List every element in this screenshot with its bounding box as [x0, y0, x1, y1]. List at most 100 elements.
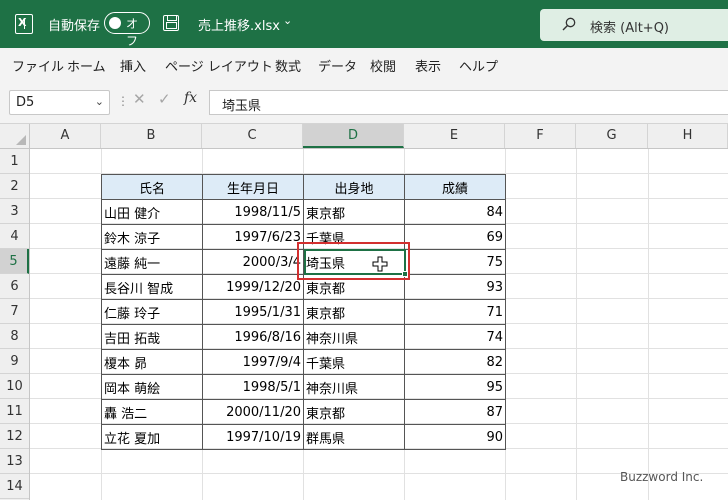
cell-name[interactable]: 長谷川 智成 [101, 274, 203, 300]
cell-name[interactable]: 榎本 昴 [101, 349, 203, 375]
excel-logo-icon [15, 14, 33, 34]
cell-birthdate[interactable]: 1997/9/4 [202, 349, 304, 375]
row-header-active[interactable]: 5 [0, 249, 29, 274]
header-birthdate[interactable]: 生年月日 [202, 174, 304, 200]
row-header[interactable]: 8 [0, 324, 29, 349]
menu-bar: ファイル ホーム 挿入 ページ レイアウト 数式 データ 校閲 表示 ヘルプ [0, 48, 728, 80]
row-header[interactable]: 11 [0, 399, 29, 424]
cell-name[interactable]: 仁藤 玲子 [101, 299, 203, 325]
row-header[interactable]: 9 [0, 349, 29, 374]
cell-birthdate[interactable]: 1999/12/20 [202, 274, 304, 300]
formula-input[interactable]: 埼玉県 [209, 90, 728, 115]
cell-score[interactable]: 93 [404, 274, 506, 300]
cell-name[interactable]: 立花 夏加 [101, 424, 203, 450]
cell-score[interactable]: 74 [404, 324, 506, 350]
row-headers: 1 2 3 4 5 6 7 8 9 10 11 12 13 14 [0, 149, 30, 500]
column-header-c[interactable]: C [202, 124, 303, 148]
cell-name[interactable]: 轟 浩二 [101, 399, 203, 425]
row-header[interactable]: 10 [0, 374, 29, 399]
menu-file[interactable]: ファイル [12, 56, 64, 75]
row-header[interactable]: 7 [0, 299, 29, 324]
title-bar: 自動保存 オフ 売上推移.xlsx ⌄ 検索 (Alt+Q) [0, 0, 728, 48]
cell-birthdate[interactable]: 1997/10/19 [202, 424, 304, 450]
row-header[interactable]: 6 [0, 274, 29, 299]
cell-name[interactable]: 遠藤 純一 [101, 249, 203, 275]
row-header[interactable]: 12 [0, 424, 29, 449]
name-box-value: D5 [16, 95, 35, 110]
column-header-e[interactable]: E [404, 124, 505, 148]
row-header[interactable]: 13 [0, 449, 29, 474]
cell-score[interactable]: 71 [404, 299, 506, 325]
row-header[interactable]: 1 [0, 149, 29, 174]
cell-score[interactable]: 75 [404, 249, 506, 275]
header-hometown[interactable]: 出身地 [303, 174, 405, 200]
row-header[interactable]: 2 [0, 174, 29, 199]
watermark: Buzzword Inc. [620, 470, 704, 484]
insert-function-button[interactable]: fx [184, 90, 197, 106]
select-all-button[interactable] [0, 124, 30, 148]
cell-name[interactable]: 山田 健介 [101, 199, 203, 225]
cell-score[interactable]: 82 [404, 349, 506, 375]
row-header[interactable]: 14 [0, 474, 29, 499]
cancel-icon[interactable]: ✕ [133, 90, 146, 108]
cell-birthdate[interactable]: 2000/3/4 [202, 249, 304, 275]
cell-name[interactable]: 鈴木 涼子 [101, 224, 203, 250]
row-header[interactable]: 4 [0, 224, 29, 249]
file-name[interactable]: 売上推移.xlsx [198, 15, 280, 34]
cell-hometown[interactable]: 東京都 [303, 299, 405, 325]
cell-hometown[interactable]: 神奈川県 [303, 324, 405, 350]
menu-insert[interactable]: 挿入 [120, 56, 146, 75]
cell-score[interactable]: 90 [404, 424, 506, 450]
menu-data[interactable]: データ [318, 56, 357, 75]
table-row: 岡本 萌絵 1998/5/1 神奈川県 95 [101, 374, 506, 400]
row-header[interactable]: 3 [0, 199, 29, 224]
menu-view[interactable]: 表示 [415, 56, 441, 75]
column-header-d[interactable]: D [303, 124, 404, 148]
toggle-knob [109, 17, 121, 29]
chevron-down-icon[interactable]: ⌄ [283, 14, 292, 27]
cell-score[interactable]: 84 [404, 199, 506, 225]
menu-help[interactable]: ヘルプ [459, 56, 498, 75]
cell-hometown[interactable]: 東京都 [303, 199, 405, 225]
search-icon [562, 17, 576, 31]
menu-page-layout[interactable]: ページ レイアウト [165, 56, 273, 75]
table-row: 榎本 昴 1997/9/4 千葉県 82 [101, 349, 506, 375]
more-options-icon[interactable]: ⋮ [117, 94, 129, 108]
cell-birthdate[interactable]: 1997/6/23 [202, 224, 304, 250]
column-header-g[interactable]: G [576, 124, 648, 148]
cell-birthdate[interactable]: 1998/5/1 [202, 374, 304, 400]
chevron-down-icon[interactable]: ⌄ [95, 95, 104, 108]
header-name[interactable]: 氏名 [101, 174, 203, 200]
column-header-h[interactable]: H [648, 124, 728, 148]
table-row: 吉田 拓哉 1996/8/16 神奈川県 74 [101, 324, 506, 350]
column-header-a[interactable]: A [30, 124, 101, 148]
cell-score[interactable]: 87 [404, 399, 506, 425]
formula-value: 埼玉県 [222, 99, 262, 114]
table-row: 轟 浩二 2000/11/20 東京都 87 [101, 399, 506, 425]
cell-birthdate[interactable]: 2000/11/20 [202, 399, 304, 425]
cell-name[interactable]: 吉田 拓哉 [101, 324, 203, 350]
save-icon[interactable] [163, 15, 179, 31]
cell-birthdate[interactable]: 1995/1/31 [202, 299, 304, 325]
cell-hometown[interactable]: 東京都 [303, 399, 405, 425]
autosave-toggle[interactable]: オフ [104, 12, 150, 48]
cell-hometown[interactable]: 千葉県 [303, 349, 405, 375]
check-icon[interactable]: ✓ [158, 90, 171, 108]
column-header-b[interactable]: B [101, 124, 202, 148]
menu-formulas[interactable]: 数式 [275, 56, 301, 75]
cell-birthdate[interactable]: 1998/11/5 [202, 199, 304, 225]
cell-birthdate[interactable]: 1996/8/16 [202, 324, 304, 350]
cell-hometown[interactable]: 群馬県 [303, 424, 405, 450]
cell-name[interactable]: 岡本 萌絵 [101, 374, 203, 400]
cell-grid[interactable]: 氏名 生年月日 出身地 成績 山田 健介 1998/11/5 東京都 84 鈴木… [30, 149, 728, 500]
cell-hometown[interactable]: 神奈川県 [303, 374, 405, 400]
column-header-f[interactable]: F [505, 124, 576, 148]
menu-home[interactable]: ホーム [67, 56, 106, 75]
name-box[interactable]: D5 ⌄ [9, 90, 110, 115]
cell-score[interactable]: 69 [404, 224, 506, 250]
search-box[interactable]: 検索 (Alt+Q) [540, 9, 728, 41]
table-row: 仁藤 玲子 1995/1/31 東京都 71 [101, 299, 506, 325]
cell-score[interactable]: 95 [404, 374, 506, 400]
header-score[interactable]: 成績 [404, 174, 506, 200]
menu-review[interactable]: 校閲 [370, 56, 396, 75]
